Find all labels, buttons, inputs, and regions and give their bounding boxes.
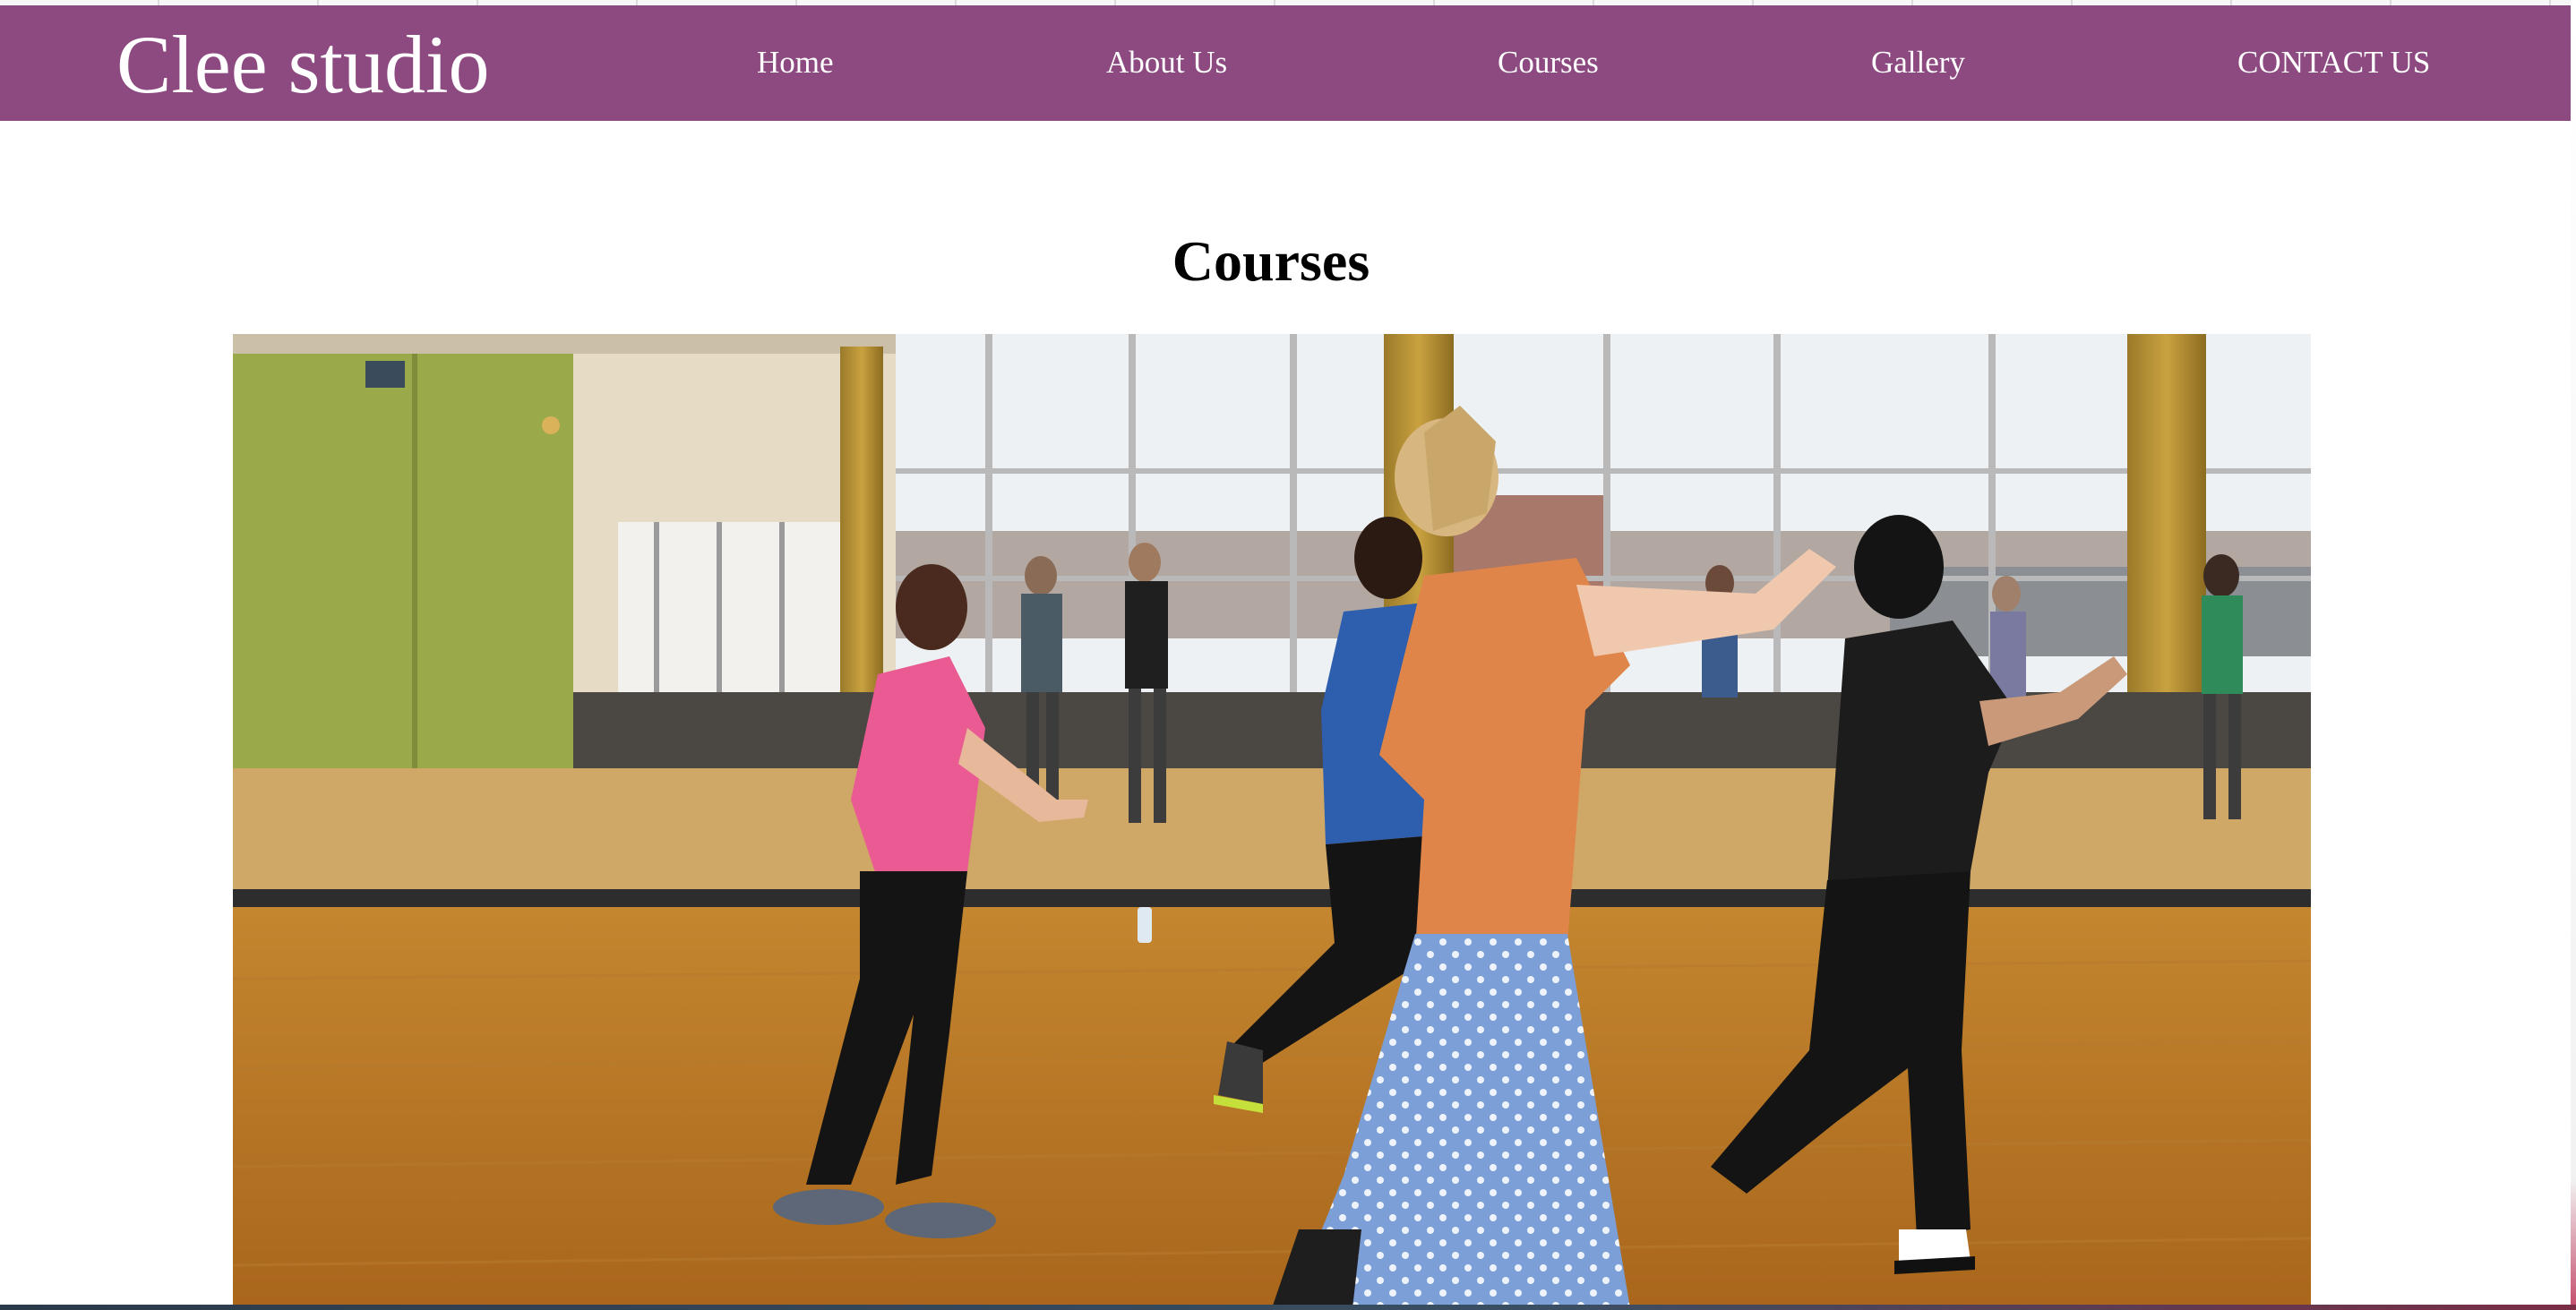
page: Clee studio Home About Us Courses Galler…	[0, 0, 2576, 1310]
dance-class-photo	[233, 334, 2311, 1308]
nav-courses-link[interactable]: Courses	[1498, 45, 1599, 81]
nav-contact-link[interactable]: CONTACT US	[2237, 45, 2430, 81]
courses-hero-image	[233, 334, 2311, 1308]
brand-logo[interactable]: Clee studio	[116, 20, 490, 109]
window-bottom-edge	[0, 1305, 2576, 1310]
nav-home-link[interactable]: Home	[757, 45, 834, 81]
nav-gallery-link[interactable]: Gallery	[1871, 45, 1965, 81]
page-title: Courses	[1172, 229, 1370, 293]
window-right-edge	[2571, 0, 2576, 1310]
nav-about-link[interactable]: About Us	[1106, 45, 1227, 81]
navbar: Clee studio Home About Us Courses Galler…	[0, 5, 2571, 121]
